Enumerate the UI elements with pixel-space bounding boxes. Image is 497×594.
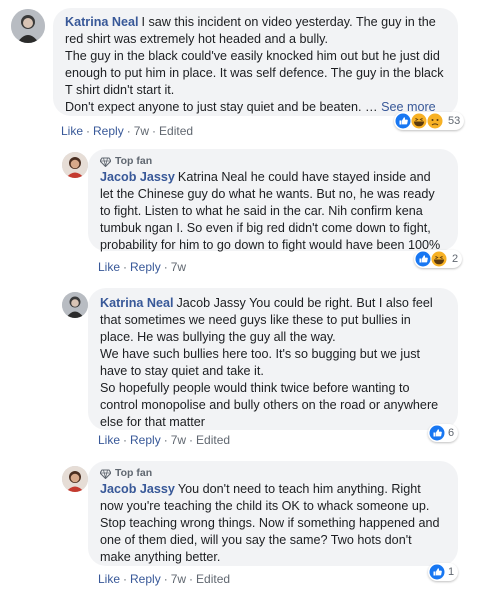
comment-author[interactable]: Katrina Neal [100,296,174,310]
top-fan-badge: Top fan [100,154,446,169]
comment-bubble: Katrina Neal Jacob Jassy You could be rig… [88,288,458,430]
avatar[interactable] [11,9,45,43]
avatar-image [11,9,45,43]
like-reaction-icon [429,564,445,580]
comment-text-line: one of them died, will you say the same?… [100,533,412,547]
comment-actions: Like · Reply · 7w [98,260,187,274]
comment-text-line: to fight. Listen to what he said in the … [100,204,423,218]
reply-link[interactable]: Reply [130,572,161,586]
timestamp[interactable]: 7w [171,260,186,274]
top-fan-badge: Top fan [100,466,446,481]
comment-text-line: control monopolise and bully others on t… [100,398,439,412]
comment-text-line: Katrina Neal Jacob Jassy You could be rig… [100,296,433,310]
comment-actions: Like · Reply · 7w · Edited [98,572,231,586]
diamond-icon [100,156,111,167]
reaction-count: 53 [448,115,461,127]
comment-text-line: Katrina Neal I saw this incident on video… [65,15,436,29]
reply-link[interactable]: Reply [130,260,161,274]
like-link[interactable]: Like [61,124,83,138]
avatar[interactable] [62,466,88,492]
reaction-icons [395,113,443,129]
avatar-image [62,152,88,178]
comment-text-line: now you're teaching the child its OK to … [100,499,430,513]
comment-text-line: that sometimes we need guys like these t… [100,313,411,327]
comment-text-line: have to stay quiet and take it. [100,364,264,378]
comment-actions: Like · Reply · 7w · Edited [61,124,194,138]
reaction-count: 2 [452,253,459,265]
edited-label[interactable]: Edited [159,124,193,138]
comment-text-line: So hopefully people would think twice be… [100,381,410,395]
reaction-summary[interactable]: 6 [428,424,459,442]
avatar[interactable] [62,292,88,318]
reply-link[interactable]: Reply [130,433,161,447]
reaction-summary[interactable]: 1 [428,563,459,581]
comment-text-line: Stop teaching wrong things. Now if somet… [100,516,440,530]
comment-text-line: Don't expect anyone to just stay quiet a… [65,100,436,114]
like-link[interactable]: Like [98,433,120,447]
reaction-icons [415,251,447,267]
comment-text-line: let the Chinese guy do what he wants. Bu… [100,187,435,201]
comment-author[interactable]: Jacob Jassy [100,482,175,496]
comment-actions: Like · Reply · 7w · Edited [98,433,231,447]
like-reaction-icon [395,113,411,129]
edited-label[interactable]: Edited [196,433,230,447]
comment-bubble: Top fan Jacob Jassy Katrina Neal he could… [88,149,458,252]
comment-text-line: Jacob Jassy Katrina Neal he could have st… [100,170,431,184]
reaction-summary[interactable]: 2 [414,250,463,268]
avatar[interactable] [62,152,88,178]
comment-text-line: else for that matter [100,415,205,429]
reaction-icons [429,425,445,441]
like-reaction-icon [415,251,431,267]
like-link[interactable]: Like [98,572,120,586]
haha-reaction-icon [431,251,447,267]
comment-text-line: T shirt didn't start it. [65,83,175,97]
timestamp[interactable]: 7w [171,572,186,586]
comment-text-line: probability for him to go down to fight … [100,238,441,252]
reaction-count: 6 [448,427,455,439]
edited-label[interactable]: Edited [196,572,230,586]
comment-text-line: We have such bullies here too. It's so b… [100,347,421,361]
like-reaction-icon [429,425,445,441]
comment-text-line: red shirt was extremely hot headed and a… [65,32,328,46]
comment-text-line: tumbuk ngan I. So even if big red didn't… [100,221,431,235]
timestamp[interactable]: 7w [171,433,186,447]
diamond-icon [100,468,111,479]
avatar-image [62,292,88,318]
comment-bubble: Top fan Jacob Jassy You don't need to tea… [88,461,458,566]
reaction-icons [429,564,445,580]
comment-author[interactable]: Jacob Jassy [100,170,175,184]
reaction-count: 1 [448,566,455,578]
avatar-image [62,466,88,492]
comment-author[interactable]: Katrina Neal [65,15,139,29]
reaction-summary[interactable]: 53 [394,112,465,130]
comment-text-line: place. He was bullying the guy all the w… [100,330,336,344]
haha-reaction-icon [411,113,427,129]
comment-text-line: Jacob Jassy You don't need to teach him a… [100,482,421,496]
comment-bubble: Katrina Neal I saw this incident on video… [53,8,458,116]
sad-reaction-icon [427,113,443,129]
comment-text-line: The guy in the black could've easily kno… [65,49,440,63]
comment-text-line: enough to put him in place. It was self … [65,66,444,80]
comment-text-line: make anything better. [100,550,221,564]
reply-link[interactable]: Reply [93,124,124,138]
timestamp[interactable]: 7w [134,124,149,138]
like-link[interactable]: Like [98,260,120,274]
